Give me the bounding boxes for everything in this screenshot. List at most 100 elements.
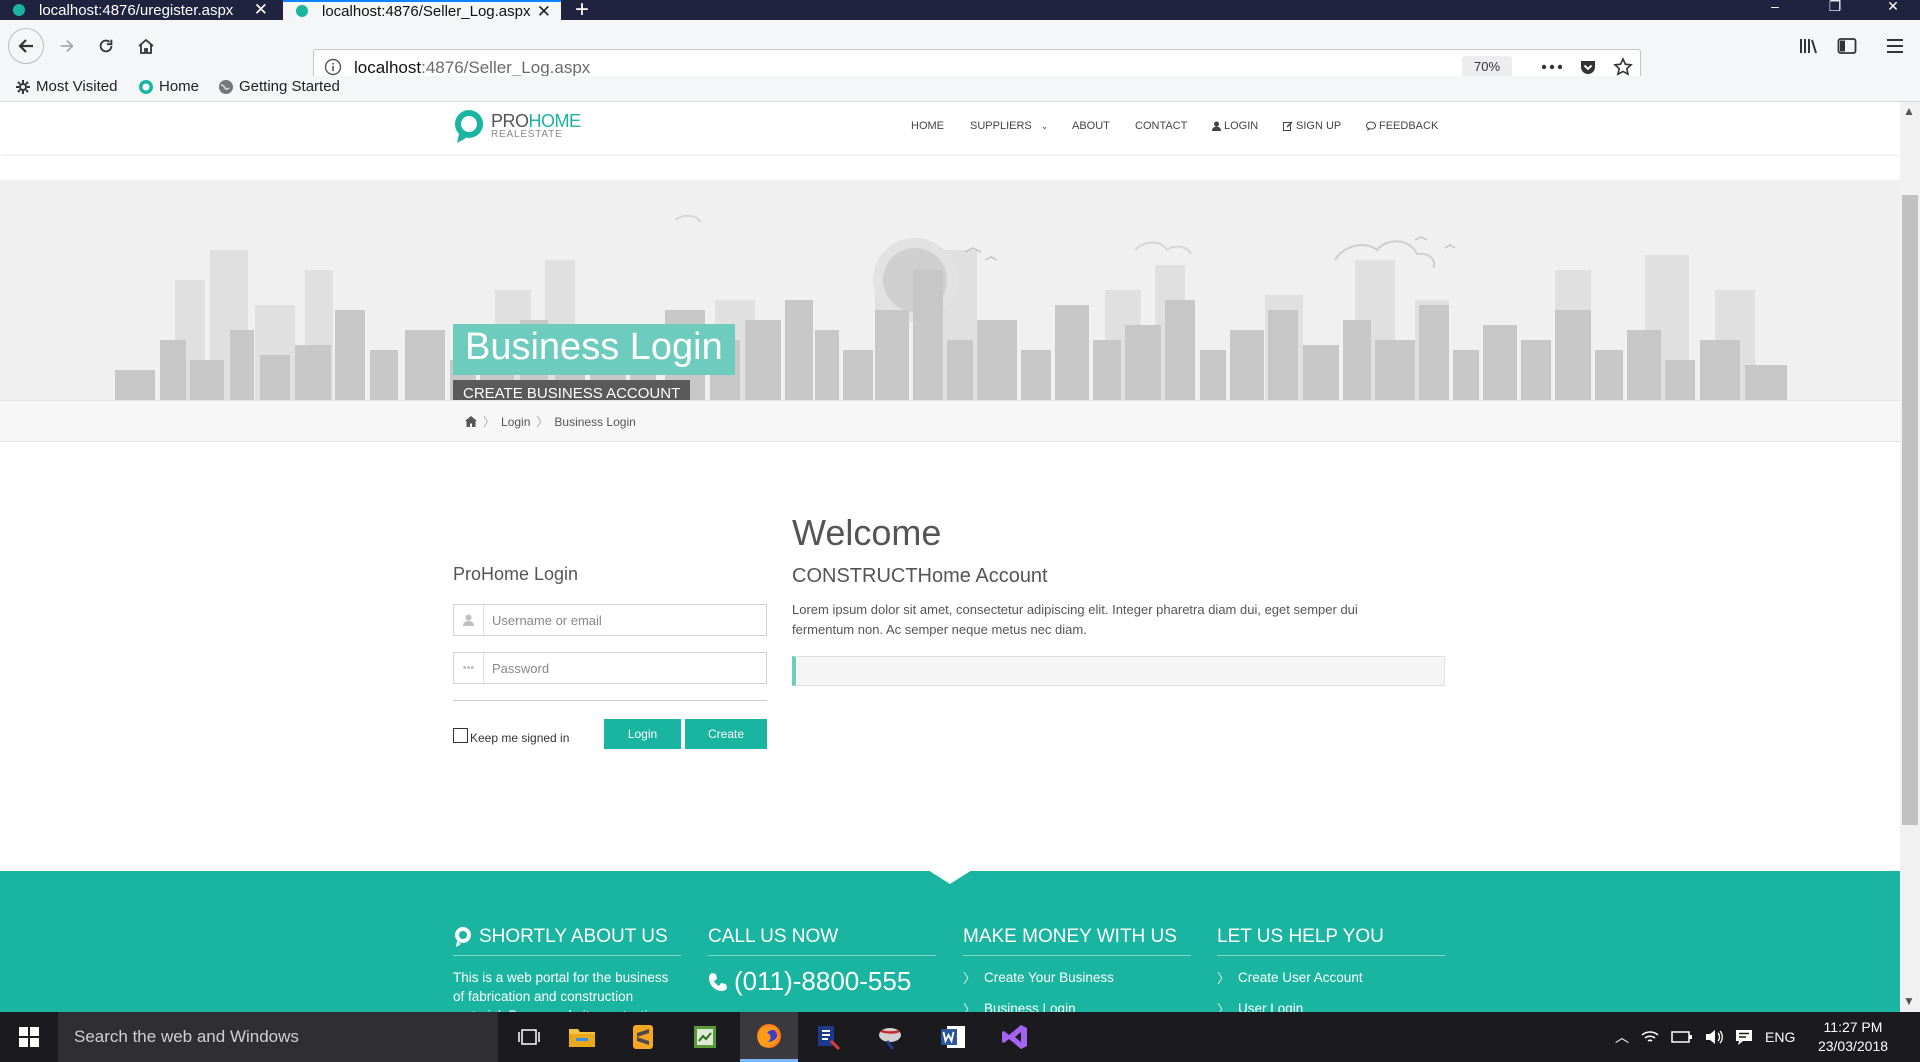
page-title: Business Login — [453, 324, 735, 375]
word-icon — [941, 1026, 965, 1048]
user-icon — [1212, 121, 1221, 131]
firefox-app[interactable] — [740, 1012, 798, 1062]
breadcrumb-login[interactable]: Login — [501, 415, 530, 429]
start-button[interactable] — [0, 1012, 58, 1062]
scrollbar-thumb[interactable] — [1902, 195, 1918, 825]
footer-link-label: Create Your Business — [984, 970, 1114, 985]
file-explorer-app[interactable] — [553, 1012, 611, 1062]
footer-link-create-business[interactable]: 〉 Create Your Business — [963, 968, 1191, 987]
favicon-icon — [296, 5, 308, 17]
site-logo[interactable]: PROHOME REALESTATE — [453, 108, 581, 144]
login-button[interactable]: Login — [604, 719, 681, 749]
nav-about[interactable]: ABOUT — [1072, 120, 1110, 132]
welcome-body-text: Lorem ipsum dolor sit amet, consectetur … — [792, 602, 1358, 637]
zoom-level-badge[interactable]: 70% — [1462, 56, 1512, 77]
sql-server-app[interactable] — [862, 1012, 920, 1062]
language-indicator[interactable]: ENG — [1765, 1029, 1795, 1045]
password-input[interactable] — [492, 659, 752, 677]
nav-suppliers[interactable]: SUPPLIERS ⌄ — [970, 120, 1048, 132]
pocket-button[interactable] — [1576, 56, 1600, 78]
sidebar-toggle-button[interactable] — [1830, 29, 1864, 63]
nav-feedback[interactable]: FEEDBACK — [1366, 120, 1438, 132]
gear-icon — [16, 79, 30, 94]
nav-signup[interactable]: SIGN UP — [1283, 120, 1341, 132]
footer-about-column: SHORTLY ABOUT US This is a web portal fo… — [453, 926, 681, 1012]
bookmark-home[interactable]: Home — [138, 78, 199, 95]
chevron-right-icon: 〉 — [963, 1002, 977, 1012]
breadcrumb-separator-icon: 〉 — [483, 415, 496, 429]
hamburger-icon — [1887, 39, 1903, 53]
footer-link-create-user[interactable]: 〉 Create User Account — [1217, 968, 1445, 987]
wifi-icon[interactable] — [1641, 1029, 1659, 1045]
footer-link-business-login[interactable]: 〉 Business Login — [963, 999, 1191, 1012]
nav-login[interactable]: LOGIN — [1212, 120, 1258, 132]
taskbar-search-box[interactable]: Search the web and Windows — [58, 1012, 498, 1062]
taskbar-clock[interactable]: 11:27 PM 23/03/2018 — [1808, 1018, 1898, 1056]
chevron-up-icon[interactable]: ︿ — [1615, 1027, 1629, 1047]
info-icon[interactable] — [324, 58, 342, 76]
logo-home-text: HOME — [528, 111, 582, 131]
logo-pro-text: PRO — [491, 111, 529, 131]
footer-link-user-login[interactable]: 〉 User Login — [1217, 999, 1445, 1012]
more-dots-icon — [1541, 64, 1563, 70]
notepad-app[interactable] — [676, 1012, 734, 1062]
sql-server-icon — [879, 1028, 901, 1050]
scroll-down-arrow-icon[interactable]: ▼ — [1903, 994, 1915, 1008]
username-field[interactable] — [453, 604, 767, 636]
visual-studio-app[interactable] — [986, 1012, 1044, 1062]
browser-tab-uregister[interactable]: localhost:4876/uregister.aspx ✕ — [0, 0, 278, 20]
browser-tab-seller-log[interactable]: localhost:4876/Seller_Log.aspx ✕ — [283, 0, 561, 22]
bookmark-most-visited[interactable]: Most Visited — [15, 78, 117, 95]
nav-home[interactable]: HOME — [911, 120, 944, 132]
menu-button[interactable] — [1878, 29, 1912, 63]
back-button[interactable] — [8, 28, 44, 64]
nav-contact[interactable]: CONTACT — [1135, 120, 1187, 132]
reload-button[interactable] — [89, 29, 123, 63]
sublime-icon — [633, 1025, 653, 1049]
task-view-button[interactable] — [500, 1012, 558, 1062]
password-field[interactable]: ••• — [453, 652, 767, 684]
page-actions-button[interactable] — [1540, 56, 1564, 78]
nav-signup-label: SIGN UP — [1296, 120, 1342, 132]
logo-subtitle: REALESTATE — [491, 129, 563, 140]
scroll-up-arrow-icon[interactable]: ▲ — [1903, 104, 1915, 118]
bookmark-star-button[interactable] — [1611, 56, 1635, 78]
username-input[interactable] — [492, 611, 752, 629]
chevron-right-icon: 〉 — [1217, 971, 1231, 986]
firefox-icon — [757, 1023, 781, 1048]
phone-icon — [709, 972, 727, 991]
close-window-button[interactable]: ✕ — [1870, 0, 1916, 20]
bookmark-getting-started[interactable]: Getting Started — [218, 78, 340, 95]
library-button[interactable] — [1792, 29, 1826, 63]
star-icon — [1613, 57, 1633, 76]
home-icon[interactable] — [465, 416, 477, 427]
forward-button[interactable] — [50, 29, 84, 63]
restore-window-button[interactable]: ❐ — [1812, 0, 1858, 20]
sidebar-icon — [1837, 38, 1857, 54]
minimize-window-button[interactable]: – — [1752, 0, 1798, 20]
info-bar — [792, 656, 1445, 686]
windows-taskbar: Search the web and Windows ︿ ENG 11:27 P… — [0, 1012, 1920, 1062]
notification-icon[interactable] — [1735, 1029, 1753, 1045]
create-button[interactable]: Create — [685, 719, 767, 749]
footer-call-column: CALL US NOW (011)-8800-555 — [708, 926, 936, 997]
word-app[interactable] — [924, 1012, 982, 1062]
battery-icon[interactable] — [1671, 1030, 1693, 1044]
system-tray: ︿ ENG — [1615, 1012, 1795, 1062]
footer-phone[interactable]: (011)-8800-555 — [708, 966, 936, 997]
url-text[interactable]: localhost:4876/Seller_Log.aspx — [354, 58, 590, 78]
home-button[interactable] — [129, 29, 163, 63]
keep-signed-in-checkbox[interactable] — [453, 728, 468, 743]
web-page: PROHOME REALESTATE HOME SUPPLIERS ⌄ ABOUT… — [0, 102, 1900, 1012]
volume-icon[interactable] — [1705, 1029, 1723, 1045]
dev-tool-app[interactable] — [800, 1012, 858, 1062]
tab-title: localhost:4876/uregister.aspx — [39, 1, 234, 19]
windows-logo-icon — [19, 1027, 39, 1047]
sublime-text-app[interactable] — [614, 1012, 672, 1062]
welcome-heading: Welcome — [792, 512, 942, 553]
close-tab-icon[interactable]: ✕ — [254, 0, 268, 20]
footer-link-label: Create User Account — [1238, 970, 1363, 985]
chevron-right-icon: 〉 — [963, 971, 977, 986]
close-tab-icon[interactable]: ✕ — [537, 2, 551, 22]
browser-tab-strip: localhost:4876/uregister.aspx ✕ localhos… — [0, 0, 1920, 23]
